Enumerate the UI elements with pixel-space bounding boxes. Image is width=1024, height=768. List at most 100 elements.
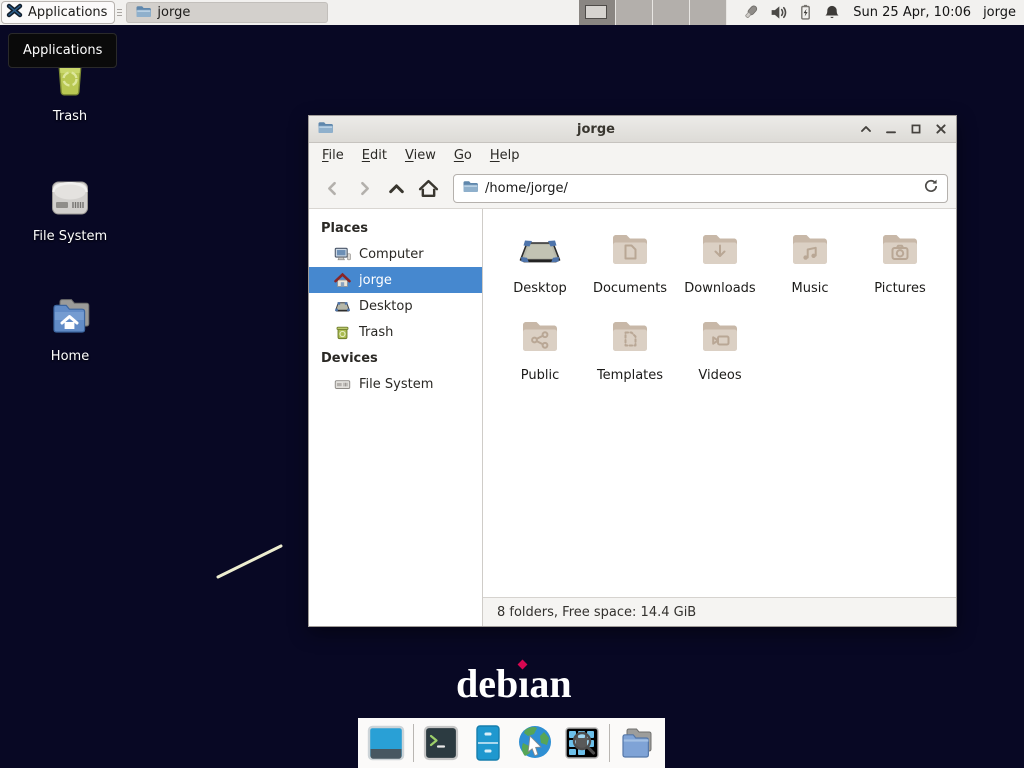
workspace-1[interactable] xyxy=(579,0,616,25)
top-panel: Applications jorge Sun 25 Apr, 10:06 jor… xyxy=(0,0,1024,25)
sidebar-item-label: Computer xyxy=(359,247,424,262)
debian-wallpaper-logo: debıan xyxy=(456,660,572,707)
file-pictures[interactable]: Pictures xyxy=(855,225,945,296)
file-videos[interactable]: Videos xyxy=(675,312,765,383)
file-label: Pictures xyxy=(874,281,925,296)
back-button[interactable] xyxy=(317,173,347,203)
window-titlebar[interactable]: jorge xyxy=(309,116,956,143)
home-red-icon xyxy=(334,272,351,289)
file-label: Music xyxy=(792,281,829,296)
dock-app-finder-icon[interactable] xyxy=(562,723,602,763)
folder-download-icon xyxy=(696,225,744,277)
workspace-switcher[interactable] xyxy=(579,0,727,25)
sidebar-item-file-system[interactable]: File System xyxy=(309,371,482,397)
desktop-icon-label: Home xyxy=(51,349,89,364)
file-label: Downloads xyxy=(684,281,755,296)
drive-small-icon xyxy=(334,376,351,393)
xfce-applications-icon xyxy=(6,2,23,23)
menu-help[interactable]: Help xyxy=(481,145,529,166)
desktop-special-icon xyxy=(516,225,564,277)
workspace-2[interactable] xyxy=(616,0,653,25)
folder-icon xyxy=(135,3,151,23)
taskbar-window-button[interactable]: jorge xyxy=(126,2,328,23)
applications-menu-label: Applications xyxy=(28,5,107,20)
places-sidebar: Places Computer jorge Desktop Trash Devices Fi… xyxy=(309,209,483,626)
sidebar-item-computer[interactable]: Computer xyxy=(309,241,482,267)
forward-button[interactable] xyxy=(349,173,379,203)
file-music[interactable]: Music xyxy=(765,225,855,296)
file-documents[interactable]: Documents xyxy=(585,225,675,296)
dock-separator xyxy=(413,724,414,762)
status-text: 8 folders, Free space: 14.4 GiB xyxy=(497,605,696,620)
bottom-dock xyxy=(358,718,665,768)
home-button[interactable] xyxy=(413,173,443,203)
window-title: jorge xyxy=(333,122,859,137)
sidebar-item-label: File System xyxy=(359,377,433,392)
desktop-icon-file-system[interactable]: File System xyxy=(22,172,118,244)
shade-window-button[interactable] xyxy=(859,122,873,136)
workspace-window-preview xyxy=(585,5,607,19)
desktop-mini-icon xyxy=(334,298,351,315)
home-folder-large-icon xyxy=(46,292,94,344)
sidebar-header-places: Places xyxy=(309,215,482,241)
workspace-4[interactable] xyxy=(690,0,727,25)
panel-clock[interactable]: Sun 25 Apr, 10:06 xyxy=(853,5,971,20)
file-list-view[interactable]: Desktop Documents Downloads Music Pictur… xyxy=(483,209,956,597)
stylus-icon[interactable] xyxy=(741,3,760,22)
maximize-button[interactable] xyxy=(909,122,923,136)
file-label: Public xyxy=(521,368,559,383)
folder-music-icon xyxy=(786,225,834,277)
dock-show-desktop-icon[interactable] xyxy=(366,723,406,763)
system-tray xyxy=(741,3,841,22)
tooltip-text: Applications xyxy=(23,43,102,58)
status-bar: 8 folders, Free space: 14.4 GiB xyxy=(483,597,956,626)
current-path[interactable]: /home/jorge/ xyxy=(485,181,916,196)
desktop-icon-home[interactable]: Home xyxy=(22,292,118,364)
sidebar-header-devices: Devices xyxy=(309,345,482,371)
location-bar[interactable]: /home/jorge/ xyxy=(453,174,948,203)
panel-username[interactable]: jorge xyxy=(983,5,1016,20)
applications-menu-button[interactable]: Applications xyxy=(1,1,115,24)
dock-terminal-icon[interactable] xyxy=(421,723,461,763)
file-downloads[interactable]: Downloads xyxy=(675,225,765,296)
folder-pictures-icon xyxy=(876,225,924,277)
sidebar-item-desktop[interactable]: Desktop xyxy=(309,293,482,319)
menu-go[interactable]: Go xyxy=(445,145,481,166)
dock-browser-globe-icon[interactable] xyxy=(515,723,555,763)
applications-tooltip: Applications xyxy=(8,33,117,68)
reload-icon[interactable] xyxy=(923,178,939,198)
dock-separator xyxy=(609,724,610,762)
menu-file[interactable]: File xyxy=(313,145,353,166)
file-label: Documents xyxy=(593,281,667,296)
panel-grip-handle[interactable] xyxy=(117,9,122,16)
window-folder-icon xyxy=(317,119,333,139)
workspace-3[interactable] xyxy=(653,0,690,25)
up-button[interactable] xyxy=(381,173,411,203)
volume-icon[interactable] xyxy=(769,3,788,22)
menu-edit[interactable]: Edit xyxy=(353,145,396,166)
desktop-icon-label: Trash xyxy=(53,109,87,124)
file-label: Templates xyxy=(597,368,663,383)
desktop-icon-label: File System xyxy=(33,229,107,244)
sidebar-item-label: Trash xyxy=(359,325,393,340)
dock-folder-stack-icon[interactable] xyxy=(617,723,657,763)
toolbar: /home/jorge/ xyxy=(309,168,956,209)
sidebar-item-jorge[interactable]: jorge xyxy=(309,267,482,293)
file-public[interactable]: Public xyxy=(495,312,585,383)
sidebar-item-label: Desktop xyxy=(359,299,413,314)
file-templates[interactable]: Templates xyxy=(585,312,675,383)
file-label: Videos xyxy=(698,368,741,383)
folder-icon xyxy=(462,178,478,198)
trash-small-icon xyxy=(334,324,351,341)
file-label: Desktop xyxy=(513,281,567,296)
close-button[interactable] xyxy=(934,122,948,136)
file-desktop[interactable]: Desktop xyxy=(495,225,585,296)
sidebar-item-label: jorge xyxy=(359,273,392,288)
menu-view[interactable]: View xyxy=(396,145,445,166)
battery-icon[interactable] xyxy=(797,3,814,22)
bell-icon[interactable] xyxy=(823,3,841,22)
minimize-button[interactable] xyxy=(884,122,898,136)
sidebar-item-trash[interactable]: Trash xyxy=(309,319,482,345)
dock-file-cabinet-icon[interactable] xyxy=(468,723,508,763)
file-manager-window: jorge FileEditViewGoHelp /home/jorge/ Pl… xyxy=(308,115,957,627)
